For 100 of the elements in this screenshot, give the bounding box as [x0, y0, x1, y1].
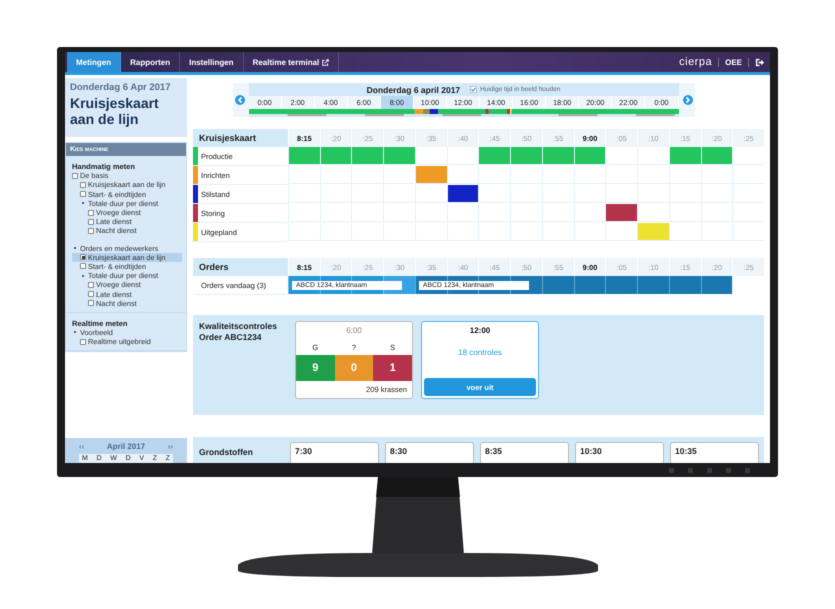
grid-cell[interactable]: [414, 185, 447, 203]
filled-cell[interactable]: [288, 147, 320, 165]
checkbox[interactable]: [80, 254, 86, 260]
filled-cell[interactable]: [351, 147, 384, 165]
grid-cell[interactable]: [637, 147, 669, 165]
grid-cell[interactable]: [414, 223, 447, 241]
grid-cell[interactable]: [383, 204, 415, 222]
grid-cell[interactable]: [637, 166, 669, 184]
filled-cell[interactable]: [510, 147, 542, 165]
grid-cell[interactable]: [383, 223, 415, 241]
grid-cell[interactable]: [732, 204, 764, 222]
grid-cell[interactable]: [288, 223, 320, 241]
checkbox[interactable]: [88, 300, 94, 306]
nav-tab[interactable]: Metingen: [67, 52, 122, 72]
filled-cell[interactable]: [542, 147, 574, 165]
grid-cell[interactable]: [637, 204, 669, 222]
monitor-button-icon[interactable]: [745, 468, 750, 472]
nav-tab[interactable]: Rapporten: [121, 52, 180, 72]
grid-cell[interactable]: [446, 166, 478, 184]
grid-cell[interactable]: [605, 166, 638, 184]
checkbox[interactable]: [80, 263, 86, 270]
filled-cell[interactable]: [320, 147, 352, 165]
filled-cell[interactable]: [668, 147, 701, 165]
grid-cell[interactable]: [320, 166, 352, 184]
grid-cell[interactable]: [542, 223, 574, 241]
monitor-button-icon[interactable]: [688, 468, 693, 472]
grid-cell[interactable]: [510, 204, 542, 222]
previous-arrow-icon[interactable]: [234, 95, 244, 105]
filled-cell[interactable]: [478, 147, 510, 165]
checkbox[interactable]: [88, 282, 94, 288]
checkbox[interactable]: [80, 338, 86, 345]
monitor-button-icon[interactable]: [707, 468, 712, 472]
checkbox[interactable]: [88, 210, 94, 216]
grid-cell[interactable]: [732, 223, 764, 241]
previous-month-button[interactable]: ‹‹: [79, 442, 84, 451]
grid-cell[interactable]: [414, 147, 447, 165]
grid-cell[interactable]: [320, 204, 352, 222]
grid-cell[interactable]: [668, 185, 701, 203]
filled-cell[interactable]: [605, 204, 638, 222]
grid-cell[interactable]: [668, 166, 701, 184]
grid-cell[interactable]: [351, 185, 384, 203]
grid-cell[interactable]: [383, 185, 415, 203]
grid-cell[interactable]: [351, 166, 384, 184]
monitor-button-icon[interactable]: [669, 468, 674, 472]
nav-tab[interactable]: Instellingen: [180, 52, 244, 72]
grid-cell[interactable]: [605, 185, 638, 203]
grid-cell[interactable]: [510, 223, 542, 241]
grid-cell[interactable]: [605, 147, 638, 165]
checkbox[interactable]: [470, 86, 478, 93]
monitor-button-icon[interactable]: [726, 468, 731, 472]
grid-cell[interactable]: [732, 147, 764, 165]
grid-cell[interactable]: [478, 166, 510, 184]
filled-cell[interactable]: [700, 147, 732, 165]
grid-cell[interactable]: [732, 185, 764, 203]
checkbox[interactable]: [80, 191, 86, 198]
grid-cell[interactable]: [383, 166, 415, 184]
grid-cell[interactable]: [510, 166, 542, 184]
grid-cell[interactable]: [700, 204, 732, 222]
grid-cell[interactable]: [574, 204, 606, 222]
grid-cell[interactable]: [478, 185, 510, 203]
filled-cell[interactable]: [574, 147, 606, 165]
grid-cell[interactable]: [637, 185, 669, 203]
filled-cell[interactable]: [637, 223, 669, 241]
grid-cell[interactable]: [510, 185, 542, 203]
grid-cell[interactable]: [605, 223, 638, 241]
grid-cell[interactable]: [351, 204, 384, 222]
grid-cell[interactable]: [446, 204, 478, 222]
grid-cell[interactable]: [351, 223, 384, 241]
logout-icon[interactable]: [755, 58, 764, 66]
grid-cell[interactable]: [446, 223, 478, 241]
grid-cell[interactable]: [288, 185, 320, 203]
grid-cell[interactable]: [574, 223, 606, 241]
filled-cell[interactable]: [446, 185, 478, 203]
grid-cell[interactable]: [668, 204, 701, 222]
checkbox[interactable]: [88, 218, 94, 225]
grid-cell[interactable]: [414, 204, 447, 222]
grid-cell[interactable]: [700, 166, 732, 184]
grid-cell[interactable]: [446, 147, 478, 165]
grid-cell[interactable]: [478, 223, 510, 241]
checkbox[interactable]: [88, 228, 94, 234]
grid-cell[interactable]: [574, 185, 606, 203]
filled-cell[interactable]: [414, 166, 447, 184]
checkbox[interactable]: [72, 172, 78, 179]
grid-cell[interactable]: [700, 223, 732, 241]
filled-cell[interactable]: [383, 147, 415, 165]
grid-cell[interactable]: [542, 166, 574, 184]
nav-tab[interactable]: Realtime terminal: [244, 52, 340, 72]
grid-cell[interactable]: [574, 166, 606, 184]
grid-cell[interactable]: [732, 166, 764, 184]
grid-cell[interactable]: [320, 223, 352, 241]
grid-cell[interactable]: [542, 204, 574, 222]
grid-cell[interactable]: [668, 223, 701, 241]
grid-cell[interactable]: [320, 185, 352, 203]
grid-cell[interactable]: [700, 185, 732, 203]
grid-cell[interactable]: [288, 166, 320, 184]
next-month-button[interactable]: ››: [168, 442, 173, 451]
checkbox[interactable]: [88, 291, 94, 298]
grid-cell[interactable]: [288, 204, 320, 222]
checkbox[interactable]: [80, 182, 86, 188]
grid-cell[interactable]: [542, 185, 574, 203]
